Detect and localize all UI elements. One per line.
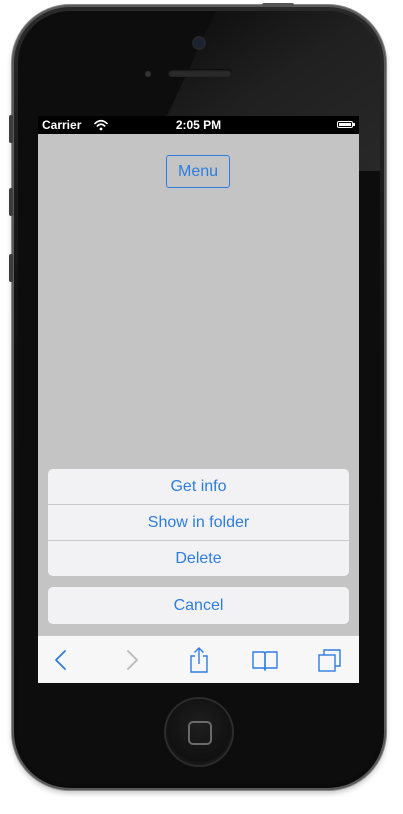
get-info-option[interactable]: Get info xyxy=(48,469,349,505)
forward-button[interactable] xyxy=(117,645,147,675)
tabs-button[interactable] xyxy=(315,645,345,675)
screen: Carrier 2:05 PM Menu Get info Show in fo… xyxy=(38,116,359,683)
volume-down-button[interactable] xyxy=(9,254,13,282)
mute-switch[interactable] xyxy=(9,115,13,143)
bookmarks-icon xyxy=(252,651,278,671)
tabs-icon xyxy=(318,649,341,672)
front-camera xyxy=(194,38,204,48)
action-sheet-options: Get info Show in folder Delete xyxy=(48,469,349,576)
home-square-icon xyxy=(188,721,212,745)
earpiece-speaker xyxy=(168,69,232,77)
battery-icon xyxy=(337,121,355,128)
back-button[interactable] xyxy=(46,645,76,675)
menu-button[interactable]: Menu xyxy=(166,155,230,188)
show-in-folder-option[interactable]: Show in folder xyxy=(48,505,349,541)
share-button[interactable] xyxy=(184,645,214,675)
back-icon xyxy=(55,650,66,670)
action-sheet: Get info Show in folder Delete Cancel xyxy=(48,469,349,624)
share-icon xyxy=(190,647,208,673)
status-time: 2:05 PM xyxy=(175,118,222,132)
status-bar: Carrier 2:05 PM xyxy=(38,116,359,134)
cancel-button[interactable]: Cancel xyxy=(48,587,349,624)
delete-option[interactable]: Delete xyxy=(48,541,349,576)
forward-icon xyxy=(127,650,138,670)
home-button[interactable] xyxy=(166,699,232,765)
safari-toolbar xyxy=(38,635,359,683)
sleep-button[interactable] xyxy=(262,3,294,7)
page: Carrier 2:05 PM Menu Get info Show in fo… xyxy=(0,0,403,814)
volume-up-button[interactable] xyxy=(9,188,13,216)
bookmarks-button[interactable] xyxy=(250,645,280,675)
proximity-sensor xyxy=(145,71,151,77)
